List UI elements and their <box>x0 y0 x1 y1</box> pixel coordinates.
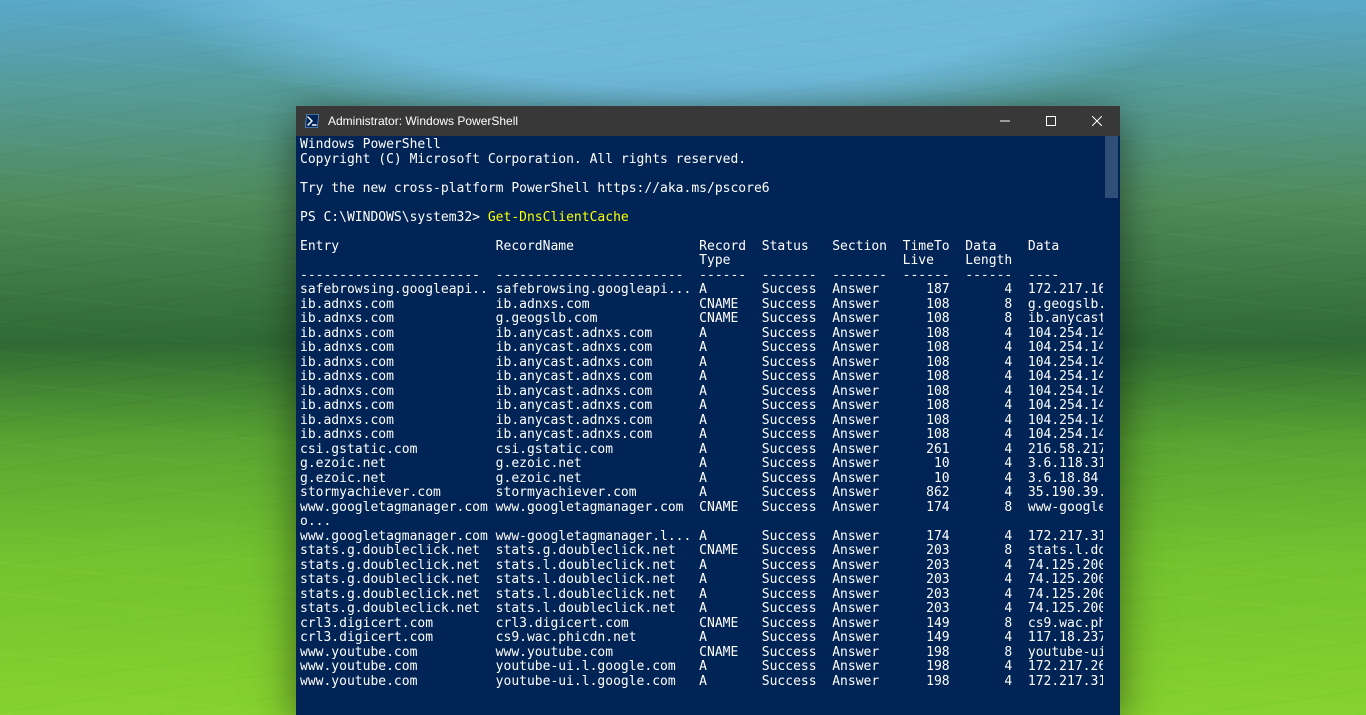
scrollbar-thumb[interactable] <box>1105 136 1118 198</box>
close-button[interactable] <box>1074 106 1120 136</box>
titlebar[interactable]: Administrator: Windows PowerShell <box>296 106 1120 136</box>
terminal-body[interactable]: Windows PowerShell Copyright (C) Microso… <box>296 136 1120 715</box>
powershell-window: Administrator: Windows PowerShell Window… <box>296 106 1120 715</box>
minimize-button[interactable] <box>982 106 1028 136</box>
window-title: Administrator: Windows PowerShell <box>328 114 518 128</box>
maximize-button[interactable] <box>1028 106 1074 136</box>
powershell-icon <box>304 113 320 129</box>
scrollbar[interactable] <box>1103 136 1120 715</box>
terminal-output: Windows PowerShell Copyright (C) Microso… <box>296 136 1120 693</box>
